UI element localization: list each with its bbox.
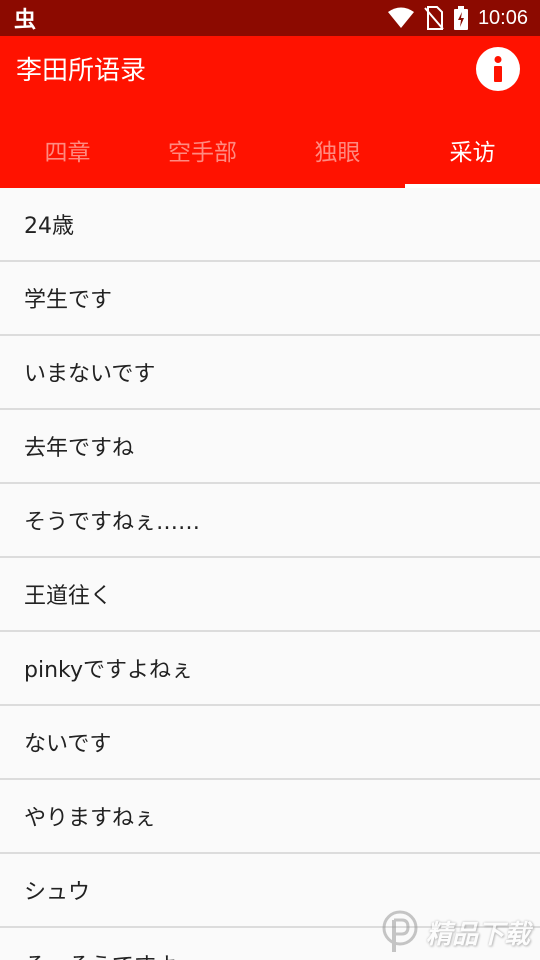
tab-bar: 四章 空手部 独眼 采访	[0, 112, 540, 188]
status-icons: 10:06	[387, 6, 528, 30]
watermark-text: 精品下载	[425, 919, 530, 950]
wifi-icon	[387, 7, 414, 28]
list-item[interactable]: 24歳	[0, 188, 540, 262]
list-item[interactable]: そうですねぇ……	[0, 484, 540, 558]
watermark: 精品下载	[380, 910, 530, 954]
clock: 10:06	[477, 6, 528, 29]
list-item[interactable]: いまないです	[0, 336, 540, 410]
tab-caifang[interactable]: 采访	[405, 112, 540, 188]
list-item[interactable]: 王道往く	[0, 558, 540, 632]
info-button[interactable]	[476, 47, 520, 91]
info-icon	[494, 56, 502, 82]
app-title: 李田所语录	[16, 56, 147, 86]
tab-sizhang[interactable]: 四章	[0, 112, 135, 188]
status-bar: 虫 10:06	[0, 0, 540, 36]
no-sim-icon	[424, 6, 444, 30]
tab-duyan[interactable]: 独眼	[270, 112, 405, 188]
battery-charging-icon	[453, 6, 468, 30]
list-item[interactable]: ないです	[0, 706, 540, 780]
watermark-logo-icon	[382, 910, 418, 952]
list-item[interactable]: pinkyですよねぇ	[0, 632, 540, 706]
app-bar: 李田所语录 四章 空手部 独眼 采访	[0, 36, 540, 188]
tab-kongshoubu[interactable]: 空手部	[135, 112, 270, 188]
quote-list: 24歳 学生です いまないです 去年ですね そうですねぇ…… 王道往く pink…	[0, 188, 540, 960]
list-item[interactable]: 学生です	[0, 262, 540, 336]
list-item[interactable]: 去年ですね	[0, 410, 540, 484]
notification-icon: 虫	[14, 8, 37, 33]
list-item[interactable]: やりますねぇ	[0, 780, 540, 854]
